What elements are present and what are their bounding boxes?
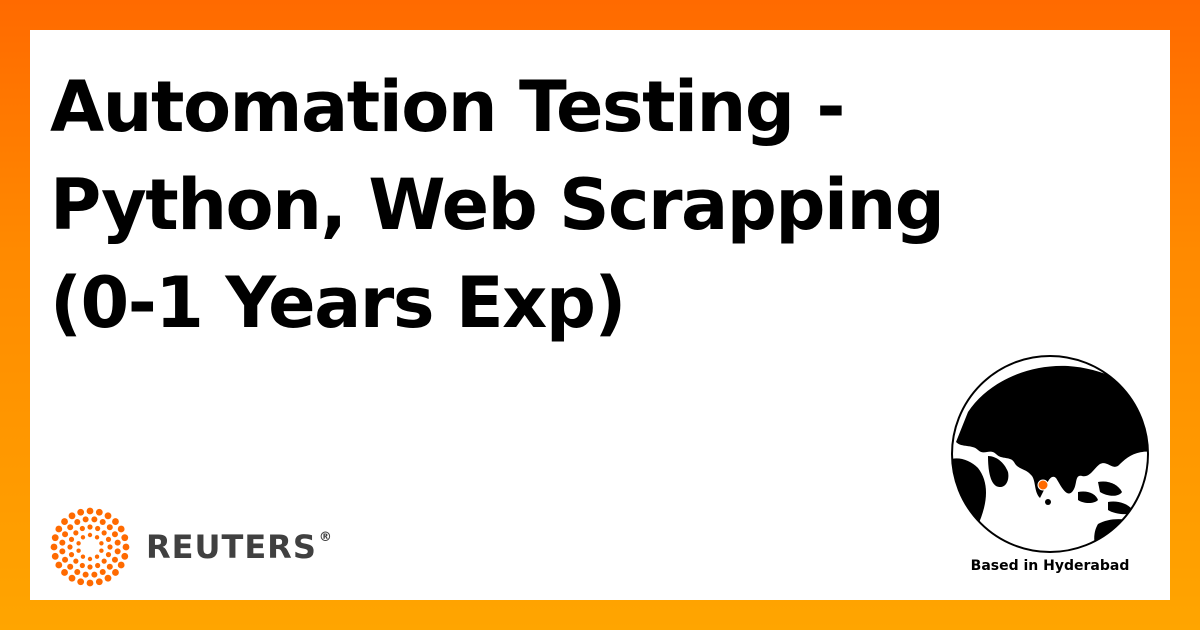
reuters-dot — [111, 531, 118, 538]
reuters-dot — [79, 525, 85, 532]
reuters-dot — [74, 519, 81, 526]
reuters-dot — [87, 532, 93, 538]
reuters-dot — [99, 568, 106, 575]
reuters-dot — [77, 508, 85, 516]
reuters-dot — [59, 539, 66, 546]
reuters-dot — [111, 556, 118, 563]
reuters-dot — [87, 556, 93, 562]
job-title-line-2: Python, Web Scrapping — [50, 164, 945, 246]
reuters-dot — [51, 534, 59, 542]
reuters-dot — [67, 563, 74, 570]
reuters-dot — [61, 518, 68, 525]
job-title: Automation Testing - Python, Web Scrappi… — [50, 58, 1100, 352]
reuters-dot — [121, 534, 129, 542]
reuters-dots-icon — [50, 507, 130, 587]
job-title-line-3: (0-1 Years Exp) — [50, 262, 626, 344]
reuters-dot — [106, 524, 113, 531]
brand-name: REUTERS — [146, 528, 317, 566]
reuters-dot — [67, 524, 74, 531]
reuters-dot — [68, 536, 75, 542]
globe-icon — [951, 355, 1149, 553]
reuters-dot — [112, 518, 119, 525]
reuters-dot — [94, 554, 100, 559]
reuters-dot — [99, 541, 104, 546]
reuters-dot — [77, 578, 85, 586]
reuters-dot — [73, 530, 79, 536]
reuters-dot — [67, 544, 73, 550]
reuters-dot — [82, 571, 89, 578]
reuters-dot — [95, 525, 101, 532]
reuters-dot — [112, 569, 119, 576]
reuters-dot — [99, 519, 106, 526]
reuters-dot — [117, 525, 125, 533]
reuters-dot — [105, 552, 112, 558]
location-label: Based in Hyderabad — [970, 558, 1130, 574]
reuters-dot — [68, 512, 76, 520]
reuters-dot — [62, 556, 69, 563]
reuters-dot — [86, 579, 94, 587]
reuters-dot — [95, 508, 103, 516]
reuters-dot — [51, 552, 59, 560]
reuters-dot — [86, 507, 94, 515]
reuters-dot — [114, 539, 121, 546]
job-card: Automation Testing - Python, Web Scrappi… — [30, 30, 1170, 600]
reuters-dot — [114, 548, 121, 555]
reuters-dot — [95, 578, 103, 586]
reuters-dot — [61, 569, 68, 576]
reuters-dot — [87, 564, 93, 570]
reuters-dot — [82, 516, 89, 523]
reuters-dot — [121, 552, 129, 560]
reuters-dot — [76, 548, 81, 553]
location-marker — [1037, 479, 1049, 491]
reuters-dot — [74, 568, 81, 575]
reuters-dot — [104, 574, 112, 582]
reuters-dot — [50, 543, 58, 551]
globe-graphic — [948, 352, 1152, 556]
reuters-dot — [62, 531, 69, 538]
reuters-logo: REUTERS ® — [50, 507, 333, 587]
reuters-dot — [95, 562, 101, 569]
reuters-dot — [91, 516, 98, 523]
registered-mark: ® — [318, 530, 333, 545]
reuters-dot — [122, 543, 130, 551]
job-title-line-1: Automation Testing - — [50, 66, 845, 148]
reuters-dot — [107, 544, 113, 550]
reuters-dot — [79, 562, 85, 569]
reuters-dot — [73, 558, 79, 564]
brand-wordmark: REUTERS ® — [146, 528, 333, 566]
reuters-dot — [80, 535, 86, 540]
reuters-dot — [101, 558, 107, 564]
reuters-dot — [104, 512, 112, 520]
reuters-dot — [99, 548, 104, 553]
reuters-dot — [94, 535, 100, 540]
reuters-dot — [91, 571, 98, 578]
reuters-dot — [80, 554, 86, 559]
reuters-dot — [55, 525, 63, 533]
reuters-dot — [105, 536, 112, 542]
reuters-dot — [117, 561, 125, 569]
reuters-dot — [68, 552, 75, 558]
reuters-dot — [55, 561, 63, 569]
reuters-dot — [87, 524, 93, 530]
reuters-dot — [101, 530, 107, 536]
reuters-dot — [68, 574, 76, 582]
reuters-dot — [76, 541, 81, 546]
reuters-dot — [59, 548, 66, 555]
reuters-dot — [106, 563, 113, 570]
